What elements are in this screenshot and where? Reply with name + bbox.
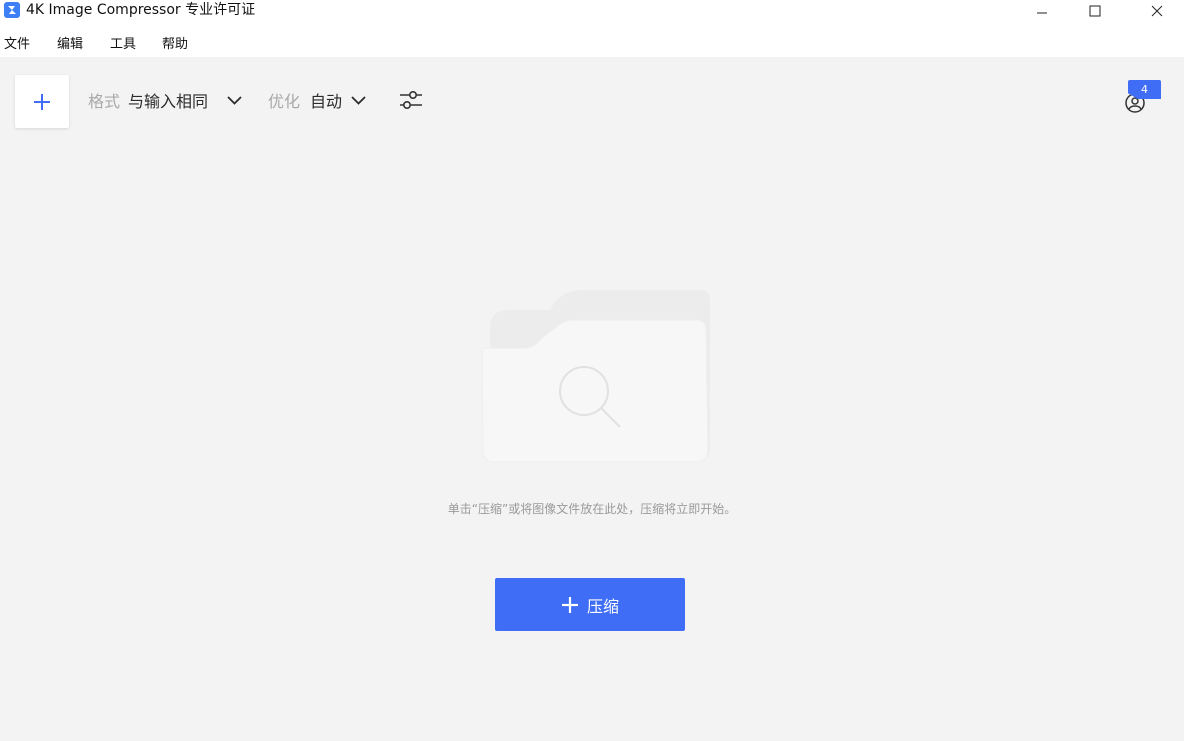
close-icon — [1151, 5, 1163, 17]
maximize-button[interactable] — [1072, 0, 1118, 22]
optimize-label: 优化 — [268, 92, 301, 111]
menu-file[interactable]: 文件 — [4, 36, 30, 54]
minimize-button[interactable] — [1019, 0, 1065, 22]
maximize-icon — [1089, 5, 1101, 17]
plus-icon — [34, 93, 50, 110]
folder-search-icon — [481, 290, 710, 463]
chevron-down-icon[interactable] — [226, 94, 243, 106]
account-button[interactable]: 4 — [1120, 80, 1164, 120]
plus-icon — [561, 596, 579, 614]
menu-bar: 文件 编辑 工具 帮助 — [0, 30, 1184, 57]
menu-tools[interactable]: 工具 — [110, 36, 136, 54]
sliders-icon[interactable] — [399, 88, 423, 112]
chevron-down-icon[interactable] — [350, 94, 367, 106]
optimize-dropdown[interactable]: 自动 — [310, 91, 342, 113]
menu-edit[interactable]: 编辑 — [57, 36, 83, 54]
window-title: 4K Image Compressor 专业许可证 — [26, 2, 256, 18]
title-bar: 4K Image Compressor 专业许可证 — [0, 0, 1184, 30]
format-dropdown[interactable]: 与输入相同 — [128, 91, 208, 113]
compress-button[interactable]: 压缩 — [495, 578, 685, 631]
app-logo-icon — [4, 2, 20, 18]
compress-button-label: 压缩 — [586, 596, 619, 616]
close-button[interactable] — [1134, 0, 1180, 22]
menu-help[interactable]: 帮助 — [162, 36, 188, 54]
format-label: 格式 — [88, 92, 121, 111]
empty-state-hint: 单击“压缩”或将图像文件放在此处，压缩将立即开始。 — [447, 502, 737, 516]
minimize-icon — [1037, 12, 1047, 14]
add-files-button[interactable] — [15, 75, 69, 128]
